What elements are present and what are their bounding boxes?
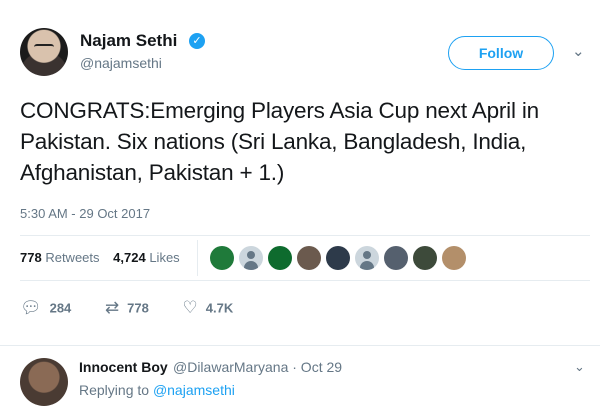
reply-count: 284	[49, 300, 72, 316]
reply-chevron-down-icon[interactable]: ⌄	[574, 359, 585, 375]
reply-author-handle[interactable]: @DilawarMaryana · Oct 29	[173, 359, 342, 375]
divider	[20, 235, 590, 236]
avatar-photo-icon[interactable]	[384, 246, 408, 270]
avatar-default-icon[interactable]	[355, 246, 379, 270]
replying-to-label: Replying to	[79, 382, 150, 398]
replying-to-link[interactable]: @najamsethi	[153, 382, 235, 398]
retweets-stat[interactable]: 778 Retweets	[20, 250, 100, 265]
retweet-count: 778	[20, 250, 42, 265]
avatar-photo-icon[interactable]	[442, 246, 466, 270]
action-like-count: 4.7K	[205, 300, 234, 316]
heart-icon: ♡	[182, 298, 198, 317]
chevron-down-icon[interactable]: ⌄	[572, 42, 585, 60]
retweets-label: Retweets	[45, 250, 100, 265]
divider	[20, 280, 590, 281]
avatar-green-logo-icon[interactable]	[268, 246, 292, 270]
liker-avatars	[210, 246, 471, 270]
follow-button[interactable]: Follow	[448, 36, 554, 70]
likes-label: Likes	[149, 250, 180, 265]
tweet-actions: 💬︎ 284 ⇄ 778 ♡ 4.7K	[20, 298, 263, 318]
likes-stat[interactable]: 4,724 Likes	[113, 250, 180, 265]
avatar-photo-icon[interactable]	[413, 246, 437, 270]
author-name[interactable]: Najam Sethi	[80, 31, 177, 51]
action-retweet-count: 778	[127, 300, 149, 316]
author-handle[interactable]: @najamsethi	[80, 55, 162, 71]
reply-button[interactable]: 💬︎ 284	[20, 298, 71, 318]
retweet-button[interactable]: ⇄ 778	[105, 298, 149, 318]
replying-to: Replying to @najamsethi	[79, 382, 235, 398]
stats-divider	[197, 240, 198, 276]
tweet-stats: 778 Retweets 4,724 Likes	[20, 250, 190, 265]
retweet-icon: ⇄	[104, 298, 120, 317]
avatar-green-flag-icon[interactable]	[210, 246, 234, 270]
author-avatar[interactable]	[20, 28, 68, 76]
verified-badge-icon: ✓	[189, 33, 205, 49]
tweet-timestamp[interactable]: 5:30 AM - 29 Oct 2017	[20, 206, 150, 221]
like-count: 4,724	[113, 250, 146, 265]
avatar-default-icon[interactable]	[239, 246, 263, 270]
tweet-text: CONGRATS:Emerging Players Asia Cup next …	[20, 98, 539, 185]
like-button[interactable]: ♡ 4.7K	[183, 298, 234, 318]
reply-icon: 💬︎	[20, 298, 42, 317]
divider	[0, 345, 600, 346]
avatar-photo-icon[interactable]	[326, 246, 350, 270]
avatar-photo-icon[interactable]	[297, 246, 321, 270]
reply-author-avatar[interactable]	[20, 358, 68, 406]
reply-author-name[interactable]: Innocent Boy	[79, 359, 168, 375]
